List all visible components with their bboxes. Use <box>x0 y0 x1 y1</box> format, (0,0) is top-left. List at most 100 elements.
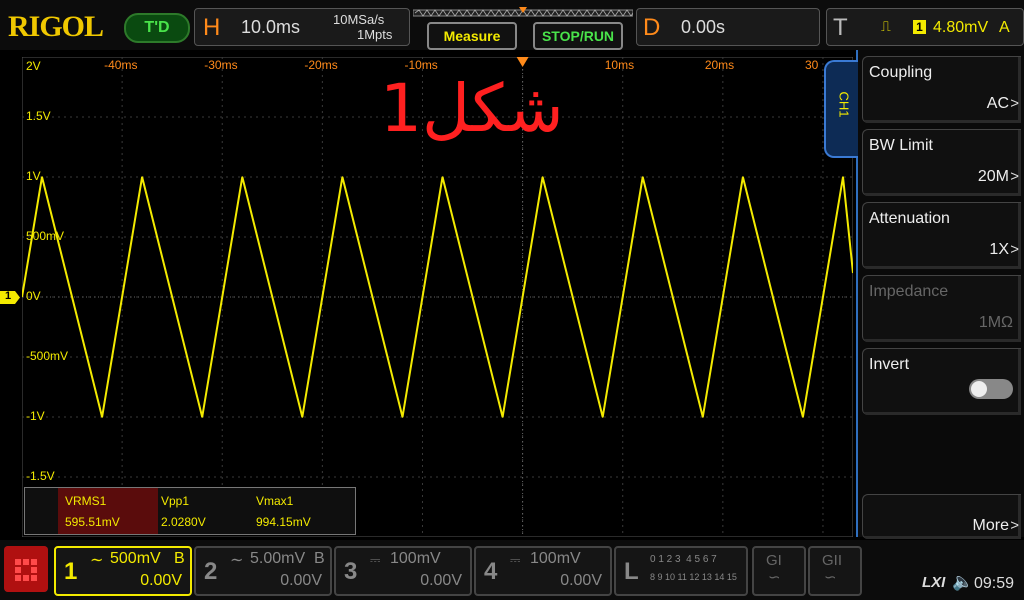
waveform-trough-point <box>301 416 304 418</box>
waveform-trough-point <box>401 416 404 418</box>
waveform-peak-point <box>641 176 644 178</box>
x-axis-label: -20ms <box>304 58 338 72</box>
stop-run-button[interactable]: STOP/RUN <box>533 22 623 50</box>
channel-tab[interactable]: CH1 <box>824 60 858 158</box>
logic-channels-row1: 0 1 2 3 4 5 6 7 <box>650 554 717 565</box>
wave-icon: ∽ <box>824 569 837 586</box>
decode-1-button[interactable]: GI ∽ <box>752 546 806 596</box>
menu-value: More <box>972 517 1009 534</box>
y-axis-label: 0V <box>26 289 41 303</box>
wave-icon: ∽ <box>768 569 781 586</box>
speaker-muted-icon[interactable]: 🔈 <box>952 572 973 592</box>
chevron-right-icon: > <box>1010 168 1019 185</box>
channel-number: 3 <box>344 558 358 585</box>
y-axis-label: 1.5V <box>26 109 51 123</box>
waveform-trough-point <box>802 416 804 418</box>
grid-menu-icon <box>4 546 48 592</box>
dc-coupling-icon: ⎓ <box>510 552 521 567</box>
menu-coupling[interactable]: Coupling AC > <box>862 56 1021 123</box>
decode-2-button[interactable]: GII ∽ <box>808 546 862 596</box>
trigger-mode: A <box>999 19 1010 36</box>
app-menu-button[interactable] <box>4 546 48 592</box>
x-axis-label: 20ms <box>704 58 735 72</box>
channel-4-box[interactable]: 4 ⎓ 100mV 0.00V <box>474 546 612 596</box>
measurement-name: Vpp1 <box>161 494 190 508</box>
waveform-peak-point <box>241 176 244 178</box>
channel-3-box[interactable]: 3 ⎓ 100mV 0.00V <box>334 546 472 596</box>
delay-panel[interactable]: D 0.00s <box>636 8 820 46</box>
logic-analyzer-box[interactable]: L 0 1 2 3 4 5 6 7 8 9 10 11 12 13 14 15 <box>614 546 748 596</box>
chevron-right-icon: > <box>1010 95 1019 112</box>
channel-offset: 0.00V <box>280 572 322 589</box>
trigger-source: 1 <box>913 20 926 34</box>
measurement-value: 994.15mV <box>256 515 311 529</box>
measurement-name: Vmax1 <box>256 494 294 508</box>
measurement-name: VRMS1 <box>65 494 107 508</box>
trigger-panel[interactable]: T ⎍ 1 4.80mV A <box>826 8 1024 46</box>
waveform-peak-point <box>341 176 344 178</box>
y-axis-label: -500mV <box>26 349 69 363</box>
y-axis-label: -1.5V <box>26 469 55 483</box>
measurement-value: 595.51mV <box>65 515 120 529</box>
x-axis-label: 10ms <box>604 58 635 72</box>
channel-number: 4 <box>484 558 498 585</box>
ac-coupling-icon: ∼ <box>90 552 104 569</box>
horizontal-panel[interactable]: H 10.0ms 10MSa/s 1Mpts <box>194 8 410 46</box>
menu-bw-limit[interactable]: BW Limit 20M > <box>862 129 1021 196</box>
menu-title: BW Limit <box>869 137 933 154</box>
trigger-mode-button[interactable]: T'D <box>124 13 190 43</box>
y-axis-label: 2V <box>26 59 41 73</box>
chevron-right-icon: > <box>1010 241 1019 258</box>
bw-limit-flag: B <box>314 550 325 567</box>
ac-coupling-icon: ∼ <box>230 552 244 569</box>
waveform-peak-point <box>41 176 43 178</box>
menu-value: 1MΩ <box>978 314 1013 331</box>
toggle-knob <box>971 381 987 397</box>
menu-value: 1X <box>989 241 1009 258</box>
x-axis-label: -30ms <box>204 58 238 72</box>
memory-depth: 1Mpts <box>357 27 393 42</box>
channel-2-box[interactable]: 2 ∼ 5.00mV B 0.00V <box>194 546 332 596</box>
channel1-ground-marker[interactable]: 1 <box>0 291 20 304</box>
y-axis-label: 500mV <box>26 229 65 243</box>
waveform-trough-point <box>501 416 504 418</box>
menu-title: Attenuation <box>869 210 950 227</box>
measure-button[interactable]: Measure <box>427 22 517 50</box>
channel-scale: 5.00mV <box>250 550 306 567</box>
waveform-trough-point <box>201 416 204 418</box>
menu-attenuation[interactable]: Attenuation 1X > <box>862 202 1021 269</box>
waveform-peak-point <box>842 176 844 178</box>
memory-strip-icon <box>412 7 648 17</box>
menu-title: Invert <box>869 356 910 373</box>
sample-rate: 10MSa/s <box>333 12 385 27</box>
clock-time: 09:59 <box>974 575 1015 592</box>
invert-toggle[interactable] <box>969 379 1013 399</box>
trigger-position-strip <box>412 6 648 18</box>
decode-2-icon: GII <box>822 552 843 569</box>
channel-offset: 0.00V <box>420 572 462 589</box>
channel-number: 1 <box>64 558 78 585</box>
menu-invert[interactable]: Invert <box>862 348 1021 415</box>
channel-scale: 100mV <box>530 550 581 567</box>
channel-offset: 0.00V <box>560 572 602 589</box>
menu-more[interactable]: More > <box>862 494 1021 539</box>
y-axis-label: 1V <box>26 169 41 183</box>
logic-letter: L <box>624 558 639 585</box>
trigger-level: 4.80mV <box>933 19 989 36</box>
channel-1-box[interactable]: 1 ∼ 500mV B 0.00V <box>54 546 192 596</box>
brand-logo: RIGOL <box>8 10 104 43</box>
waveform-peak-point <box>141 176 143 178</box>
bw-limit-flag: B <box>174 550 185 567</box>
menu-impedance: Impedance 1MΩ <box>862 275 1021 342</box>
y-axis-label: -1V <box>26 409 45 423</box>
overlay-text: شكل1 <box>380 70 564 147</box>
channel-number: 2 <box>204 558 218 585</box>
timebase-value: 10.0ms <box>241 17 301 37</box>
rising-edge-icon: ⎍ <box>881 18 891 34</box>
dc-coupling-icon: ⎓ <box>370 552 381 567</box>
measurement-value: 2.0280V <box>161 515 206 529</box>
waveform-trough-point <box>101 416 103 418</box>
channel-offset: 0.00V <box>140 572 182 589</box>
x-axis-label: 30 <box>804 58 819 72</box>
waveform-trough-point <box>601 416 604 418</box>
